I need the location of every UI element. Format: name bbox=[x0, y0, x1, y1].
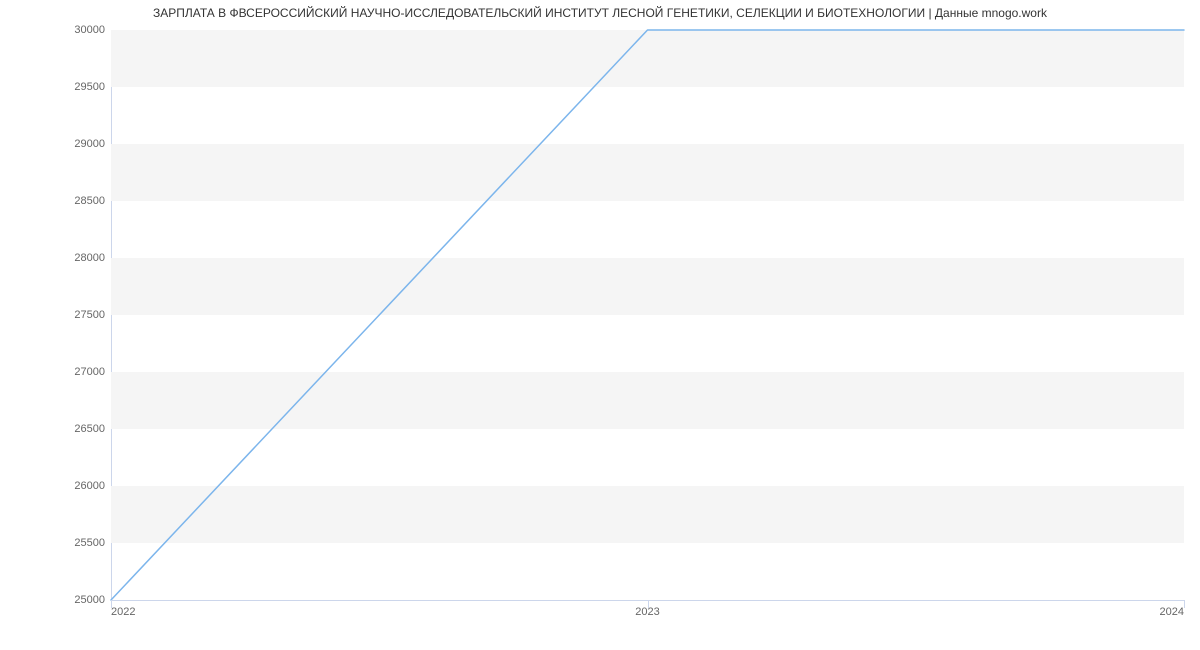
x-tick-label: 2024 bbox=[1160, 606, 1184, 618]
y-tick-label: 29000 bbox=[25, 138, 105, 150]
y-tick-label: 26500 bbox=[25, 423, 105, 435]
line-series bbox=[111, 30, 1184, 600]
plot-area bbox=[111, 30, 1184, 600]
chart-title: ЗАРПЛАТА В ФВСЕРОССИЙСКИЙ НАУЧНО-ИССЛЕДО… bbox=[0, 6, 1200, 20]
y-tick-label: 25500 bbox=[25, 537, 105, 549]
x-tick-mark bbox=[1184, 600, 1185, 608]
y-tick-label: 26000 bbox=[25, 480, 105, 492]
y-tick-label: 28000 bbox=[25, 252, 105, 264]
x-tick-label: 2023 bbox=[635, 606, 659, 618]
y-tick-label: 29500 bbox=[25, 81, 105, 93]
y-tick-label: 28500 bbox=[25, 195, 105, 207]
y-tick-label: 30000 bbox=[25, 24, 105, 36]
x-tick-label: 2022 bbox=[111, 606, 135, 618]
chart-container: ЗАРПЛАТА В ФВСЕРОССИЙСКИЙ НАУЧНО-ИССЛЕДО… bbox=[0, 0, 1200, 650]
y-tick-label: 27500 bbox=[25, 309, 105, 321]
y-tick-label: 25000 bbox=[25, 594, 105, 606]
y-tick-label: 27000 bbox=[25, 366, 105, 378]
